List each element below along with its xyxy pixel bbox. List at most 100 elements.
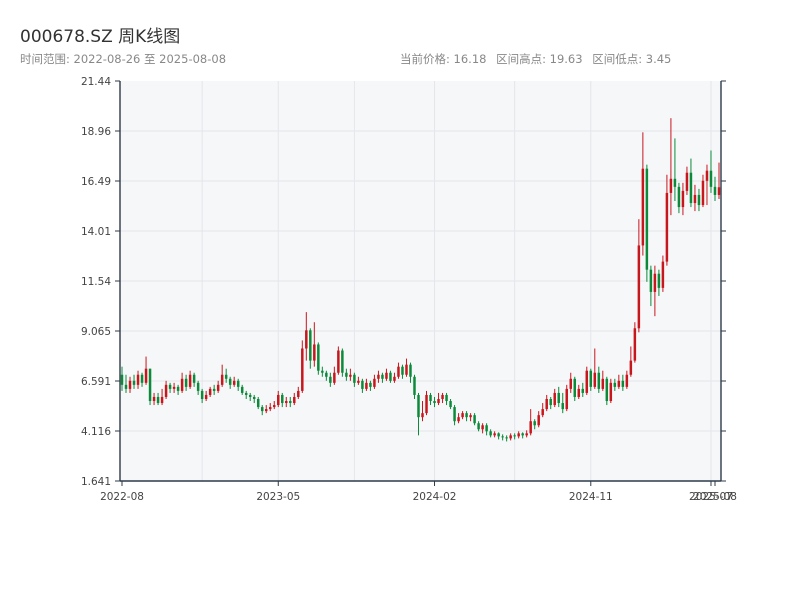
candle-up xyxy=(517,433,520,437)
candle-down xyxy=(244,392,248,395)
candle-up xyxy=(301,348,304,391)
candle-down xyxy=(513,435,516,437)
candle-up xyxy=(593,372,597,387)
candle-down xyxy=(573,378,576,397)
candle-up xyxy=(653,273,657,292)
candle-up xyxy=(545,398,548,410)
candle-down xyxy=(184,378,188,387)
candle-up xyxy=(509,435,512,439)
candle-down xyxy=(713,186,717,195)
candle-up xyxy=(585,370,589,393)
candle-up xyxy=(188,374,192,387)
candle-up xyxy=(601,378,605,389)
candle-down xyxy=(409,364,412,377)
candle-down xyxy=(709,170,713,187)
candle-up xyxy=(208,388,212,395)
candle-down xyxy=(521,433,524,436)
candle-up xyxy=(661,261,665,288)
x-tick-label: 2024-02 xyxy=(413,491,457,503)
candle-down xyxy=(561,403,564,410)
candle-up xyxy=(717,187,721,195)
candle-up xyxy=(277,394,280,406)
candle-up xyxy=(665,192,669,262)
candle-down xyxy=(645,168,649,270)
candle-up xyxy=(405,364,408,375)
candle-down xyxy=(533,421,536,426)
candle-up xyxy=(553,392,556,406)
candle-down xyxy=(321,370,324,373)
candle-up xyxy=(457,417,460,422)
candle-down xyxy=(557,392,560,404)
candle-down xyxy=(256,398,260,408)
x-tick-label: 2023-05 xyxy=(256,491,300,503)
candle-down xyxy=(353,374,356,383)
candle-down xyxy=(240,386,244,393)
candle-up xyxy=(152,396,156,402)
x-tick-label: 2025-08 xyxy=(693,491,737,503)
candle-up xyxy=(293,396,296,404)
candle-down xyxy=(132,380,136,385)
candle-down xyxy=(156,396,160,404)
candle-up xyxy=(180,378,184,391)
candle-up xyxy=(373,378,376,387)
candle-down xyxy=(361,380,364,389)
candle-up xyxy=(337,350,340,373)
candle-down xyxy=(689,172,693,204)
candle-up xyxy=(357,380,360,383)
candle-up xyxy=(172,386,176,389)
candle-up xyxy=(393,376,396,381)
candle-up xyxy=(437,398,440,404)
candle-down xyxy=(433,401,436,404)
candle-down xyxy=(473,415,476,424)
candle-up xyxy=(625,374,629,387)
candle-up xyxy=(273,405,276,408)
candle-down xyxy=(549,398,552,406)
candle-down xyxy=(389,372,392,381)
candle-up xyxy=(305,330,308,349)
candle-up xyxy=(421,413,424,418)
candle-down xyxy=(176,386,180,391)
candle-down xyxy=(329,376,332,383)
candle-down xyxy=(597,372,601,389)
candle-up xyxy=(285,401,288,404)
y-tick-label: 11.54 xyxy=(81,276,111,288)
candle-down xyxy=(657,273,661,288)
candle-down xyxy=(345,372,348,377)
candle-up xyxy=(397,366,400,377)
candle-up xyxy=(577,388,581,397)
candle-up xyxy=(493,433,496,436)
candle-up xyxy=(160,396,164,404)
y-tick-label: 6.591 xyxy=(81,376,111,388)
y-tick-label: 4.116 xyxy=(81,426,111,438)
candle-up xyxy=(609,382,613,402)
candle-up xyxy=(461,413,464,418)
candle-down xyxy=(413,376,416,395)
x-tick-label: 2022-08 xyxy=(100,491,144,503)
candle-down xyxy=(697,194,701,206)
candle-up xyxy=(128,380,132,389)
candle-down xyxy=(449,401,452,408)
candle-up xyxy=(705,170,709,181)
candle-down xyxy=(621,380,625,387)
candle-down xyxy=(581,388,585,393)
candle-up xyxy=(629,360,633,375)
y-tick-label: 1.641 xyxy=(81,476,111,488)
candle-down xyxy=(260,407,264,412)
candle-down xyxy=(369,382,372,387)
candle-up xyxy=(641,168,645,246)
candle-down xyxy=(124,384,128,389)
candle-down xyxy=(501,436,504,438)
candle-down xyxy=(613,382,617,387)
candle-up xyxy=(441,394,444,399)
candle-up xyxy=(265,409,268,412)
candle-down xyxy=(465,413,468,418)
candle-up xyxy=(525,433,528,436)
candle-up xyxy=(633,328,637,361)
y-tick-label: 14.01 xyxy=(81,226,111,238)
candle-down xyxy=(148,368,152,402)
candle-down xyxy=(281,394,284,404)
candle-down xyxy=(248,394,252,397)
x-axis: 2022-08 2023-05 2024-02 2024-11 2025-072025-… xyxy=(100,481,737,503)
candle-down xyxy=(192,374,196,383)
candle-down xyxy=(325,372,328,377)
